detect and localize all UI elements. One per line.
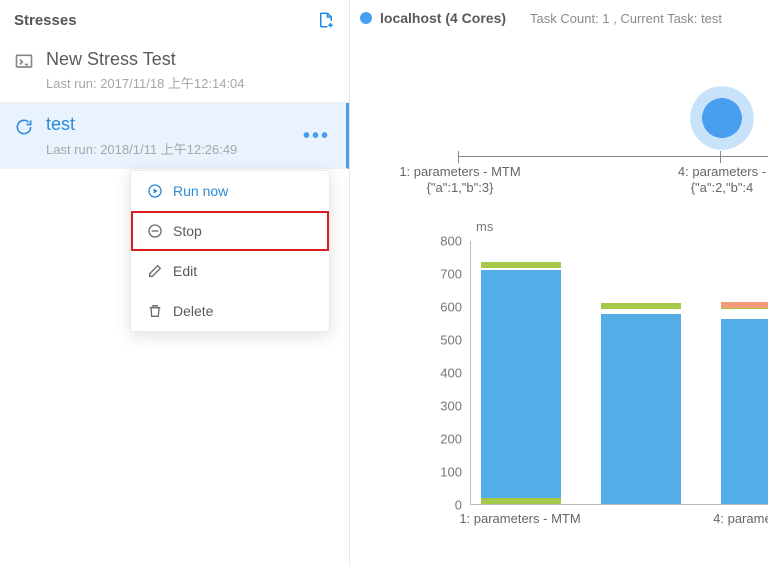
bar-cap (721, 302, 768, 308)
y-tick-label: 100 (440, 465, 462, 480)
axis-label: 4: parameters - {"a":2,"b":4 (622, 164, 768, 195)
stress-item-body: test Last run: 2018/1/11 上午12:26:49 (46, 113, 332, 157)
bar-base (481, 498, 561, 504)
edit-menu-item[interactable]: Edit (131, 251, 329, 291)
x-axis-label: 4: parameter (650, 511, 768, 527)
bar (721, 319, 768, 504)
menu-item-label: Delete (173, 303, 213, 319)
y-tick-label: 600 (440, 300, 462, 315)
y-tick-label: 400 (440, 366, 462, 381)
stress-item-test[interactable]: test Last run: 2018/1/11 上午12:26:49 ••• (0, 103, 349, 168)
y-tick-label: 800 (440, 234, 462, 249)
status-chart: 1: parameters - MTM {"a":1,"b":3} 4: par… (360, 36, 768, 201)
bar-cap (601, 303, 681, 309)
refresh-icon (14, 117, 34, 137)
y-tick-label: 700 (440, 267, 462, 282)
host-label: localhost (4 Cores) (380, 10, 506, 26)
chart-axis (458, 156, 768, 157)
y-tick-label: 500 (440, 333, 462, 348)
bar (601, 314, 681, 504)
x-axis-label: 1: parameters - MTM (420, 511, 620, 527)
active-task-marker-icon (690, 86, 754, 150)
more-actions-button[interactable]: ••• (303, 125, 330, 148)
stop-circle-icon (147, 223, 163, 239)
stress-item-subtitle: Last run: 2017/11/18 上午12:14:04 (46, 73, 335, 92)
y-tick-label: 200 (440, 432, 462, 447)
bar-chart: ms 0100200300400500600700800 1: paramete… (360, 231, 768, 541)
y-axis-unit: ms (476, 219, 493, 234)
stress-item-title: test (46, 113, 332, 136)
pencil-icon (147, 263, 163, 279)
sidebar-header: Stresses (0, 0, 349, 38)
run-now-menu-item[interactable]: Run now (131, 171, 329, 211)
main-panel: localhost (4 Cores) Task Count: 1 , Curr… (350, 0, 768, 566)
main-header: localhost (4 Cores) Task Count: 1 , Curr… (360, 10, 768, 26)
stop-menu-item[interactable]: Stop (131, 211, 329, 251)
delete-menu-item[interactable]: Delete (131, 291, 329, 331)
menu-item-label: Edit (173, 263, 197, 279)
menu-item-label: Run now (173, 183, 228, 199)
axis-label: 1: parameters - MTM {"a":1,"b":3} (360, 164, 560, 195)
bar-cap (481, 262, 561, 268)
menu-item-label: Stop (173, 223, 202, 239)
sidebar-title: Stresses (14, 12, 77, 29)
trash-icon (147, 303, 163, 319)
terminal-icon (14, 52, 34, 72)
y-axis: 0100200300400500600700800 (420, 241, 466, 505)
task-count-label: Task Count: 1 , Current Task: test (530, 11, 722, 26)
bar (481, 270, 561, 504)
stress-item-body: New Stress Test Last run: 2017/11/18 上午1… (46, 48, 335, 92)
chart-plot-area: 0100200300400500600700800 (420, 241, 768, 541)
stress-item-subtitle: Last run: 2018/1/11 上午12:26:49 (46, 139, 332, 158)
bars-area (470, 241, 768, 505)
stress-item-new-stress-test[interactable]: New Stress Test Last run: 2017/11/18 上午1… (0, 38, 349, 103)
y-tick-label: 300 (440, 399, 462, 414)
play-circle-icon (147, 183, 163, 199)
stress-item-title: New Stress Test (46, 48, 335, 71)
actions-popover: Run now Stop Edit Delete (130, 170, 330, 332)
status-dot-icon (360, 12, 372, 24)
sidebar: Stresses New Stress Test Last run: 2017/… (0, 0, 350, 566)
new-file-icon[interactable] (317, 10, 335, 30)
